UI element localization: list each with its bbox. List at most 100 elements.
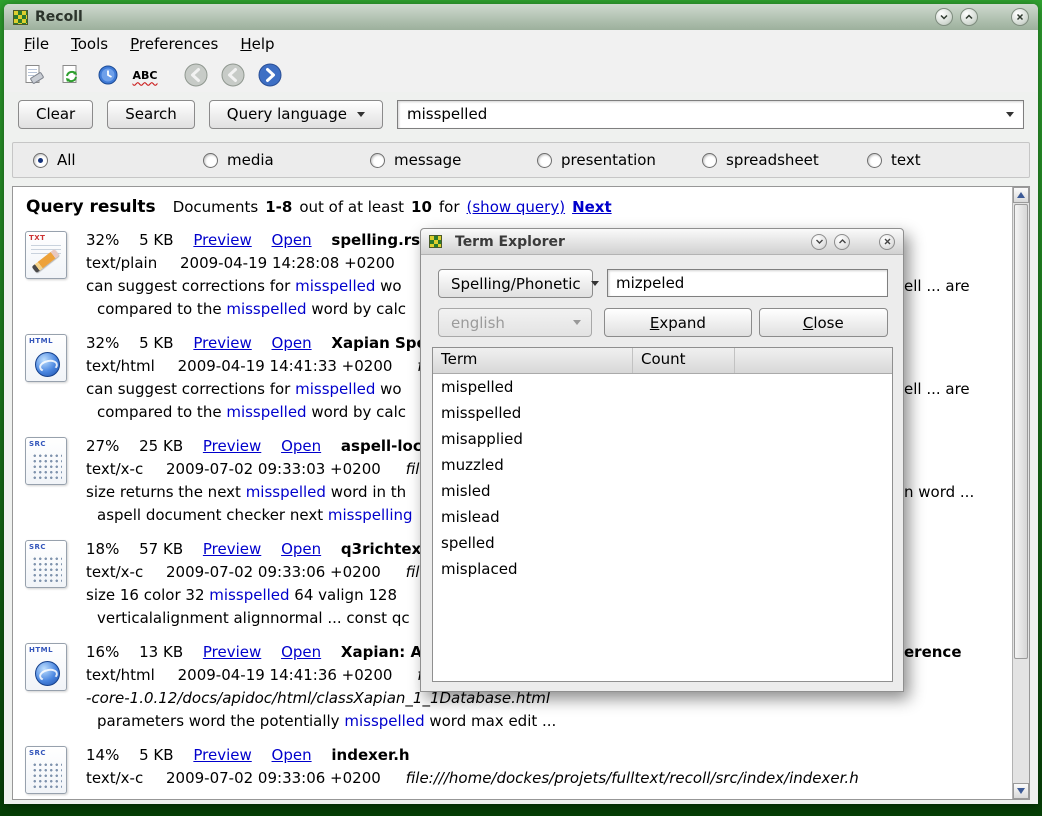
filter-message[interactable]: message xyxy=(370,151,461,169)
recoll-app-icon xyxy=(13,10,28,25)
file-type-icon-html: HTML xyxy=(25,643,67,691)
open-link[interactable]: Open xyxy=(281,540,321,558)
file-type-icon-source: SRC xyxy=(25,437,67,485)
menu-file[interactable]: File xyxy=(14,32,59,56)
window-title: Recoll xyxy=(35,9,83,25)
clear-search-icon[interactable] xyxy=(20,61,48,89)
forward-icon[interactable] xyxy=(256,61,284,89)
update-index-icon[interactable] xyxy=(57,61,85,89)
filter-media[interactable]: media xyxy=(203,151,274,169)
query-combobox[interactable] xyxy=(397,100,1024,129)
vertical-scrollbar[interactable] xyxy=(1012,187,1029,799)
expand-button[interactable]: Expand xyxy=(604,308,751,337)
term-row[interactable]: mispelled xyxy=(433,374,892,400)
term-table-header[interactable]: Term Count xyxy=(433,348,892,374)
term-row[interactable]: misapplied xyxy=(433,426,892,452)
term-explorer-dialog: Term Explorer Spelling/Phonetic xyxy=(420,228,904,692)
radio-icon xyxy=(203,153,218,168)
term-table-body: mispelled misspelled misapplied muzzled … xyxy=(433,374,892,582)
filter-all[interactable]: All xyxy=(33,151,76,169)
term-explorer-row1: Spelling/Phonetic xyxy=(438,269,888,298)
search-button[interactable]: Search xyxy=(107,100,195,129)
source-dots-icon xyxy=(32,453,62,480)
globe-icon xyxy=(35,661,60,686)
chevron-down-icon[interactable] xyxy=(1006,112,1014,117)
page-title: Query results xyxy=(26,197,156,217)
chevron-down-icon xyxy=(573,320,581,325)
file-type-icon-html: HTML xyxy=(25,334,67,382)
file-type-icon-source: SRC xyxy=(25,746,67,794)
spellcheck-icon[interactable]: ABC xyxy=(131,61,159,89)
dialog-controls xyxy=(811,234,895,250)
source-dots-icon xyxy=(32,556,62,583)
next-page-link[interactable]: Next xyxy=(572,198,612,216)
open-link[interactable]: Open xyxy=(281,643,321,661)
query-input[interactable] xyxy=(407,105,996,123)
clear-button[interactable]: Clear xyxy=(18,100,93,129)
column-term[interactable]: Term xyxy=(433,348,633,373)
term-row[interactable]: misled xyxy=(433,478,892,504)
chevron-down-icon xyxy=(591,281,599,286)
term-row[interactable]: spelled xyxy=(433,530,892,556)
minimize-icon[interactable] xyxy=(935,8,953,26)
radio-icon xyxy=(370,153,385,168)
result-title: indexer.h xyxy=(331,746,409,764)
menu-tools[interactable]: Tools xyxy=(61,32,118,56)
preview-link[interactable]: Preview xyxy=(203,540,261,558)
scroll-down-icon[interactable] xyxy=(1013,783,1029,799)
window-controls xyxy=(935,8,1029,26)
language-select[interactable]: english xyxy=(438,308,592,337)
minimize-icon[interactable] xyxy=(811,234,827,250)
open-link[interactable]: Open xyxy=(281,437,321,455)
radio-icon xyxy=(702,153,717,168)
toolbar: ABC xyxy=(4,58,1038,92)
scroll-up-icon[interactable] xyxy=(1013,187,1029,203)
term-row[interactable]: misspelled xyxy=(433,400,892,426)
close-icon[interactable] xyxy=(879,234,895,250)
open-link[interactable]: Open xyxy=(272,231,312,249)
open-link[interactable]: Open xyxy=(272,746,312,764)
scrollbar-thumb[interactable] xyxy=(1014,204,1028,659)
column-count[interactable]: Count xyxy=(633,348,735,373)
show-query-link[interactable]: (show query) xyxy=(467,198,566,216)
titlebar[interactable]: Recoll xyxy=(4,4,1038,30)
filter-text[interactable]: text xyxy=(867,151,921,169)
result-meta-line: text/x-c 2009-07-02 09:33:06 +0200 file:… xyxy=(86,767,1012,790)
preview-link[interactable]: Preview xyxy=(193,334,251,352)
dialog-title: Term Explorer xyxy=(455,234,565,250)
radio-icon xyxy=(537,153,552,168)
term-table: Term Count mispelled misspelled misappli… xyxy=(432,347,893,682)
menu-preferences[interactable]: Preferences xyxy=(120,32,228,56)
term-row[interactable]: misplaced xyxy=(433,556,892,582)
back-icon[interactable] xyxy=(219,61,247,89)
term-row[interactable]: muzzled xyxy=(433,452,892,478)
term-input[interactable] xyxy=(607,269,888,297)
open-link[interactable]: Open xyxy=(272,334,312,352)
close-icon[interactable] xyxy=(1011,8,1029,26)
chevron-down-icon xyxy=(357,112,365,117)
radio-icon xyxy=(867,153,882,168)
maximize-icon[interactable] xyxy=(960,8,978,26)
recoll-app-icon xyxy=(429,235,442,248)
preview-link[interactable]: Preview xyxy=(203,643,261,661)
preview-link[interactable]: Preview xyxy=(203,437,261,455)
result-item: SRC 14% 5 KB Preview Open indexer.h xyxy=(22,744,1012,794)
close-button[interactable]: Close xyxy=(759,308,888,337)
preview-link[interactable]: Preview xyxy=(193,231,251,249)
preview-link[interactable]: Preview xyxy=(193,746,251,764)
query-language-select[interactable]: Query language xyxy=(209,100,383,129)
menu-help[interactable]: Help xyxy=(230,32,284,56)
result-title: spelling.rst xyxy=(331,231,427,249)
search-row: Clear Search Query language xyxy=(4,96,1038,132)
menubar: File Tools Preferences Help xyxy=(4,30,1038,58)
maximize-icon[interactable] xyxy=(834,234,850,250)
first-page-icon[interactable] xyxy=(182,61,210,89)
dialog-titlebar[interactable]: Term Explorer xyxy=(421,229,903,255)
result-snippet-line: parameters word the potentially misspell… xyxy=(86,710,1012,733)
filter-spreadsheet[interactable]: spreadsheet xyxy=(702,151,819,169)
match-type-select[interactable]: Spelling/Phonetic xyxy=(438,269,593,298)
globe-icon xyxy=(35,352,60,377)
filter-presentation[interactable]: presentation xyxy=(537,151,656,169)
term-row[interactable]: mislead xyxy=(433,504,892,530)
clock-icon[interactable] xyxy=(94,61,122,89)
